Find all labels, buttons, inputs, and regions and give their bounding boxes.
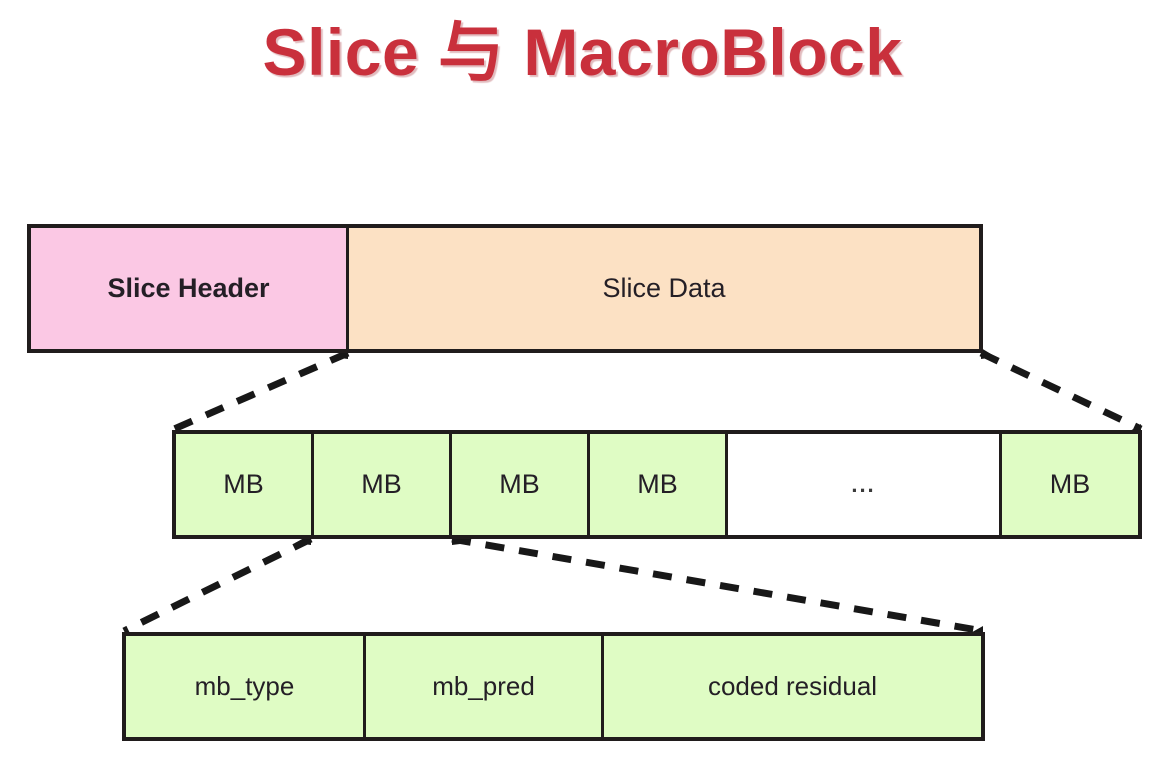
connector-slice-data-to-mb-row-right <box>979 349 1143 433</box>
connector-slice-data-to-mb-row-left <box>172 349 350 433</box>
field-coded-residual-box[interactable]: coded residual <box>604 636 981 737</box>
macroblock-ellipsis-box: ... <box>728 434 1002 535</box>
slice-header-box[interactable]: Slice Header <box>31 228 349 349</box>
connector-mb-to-fields-left <box>122 535 313 635</box>
slice-structure-row: Slice Header Slice Data <box>27 224 983 353</box>
macroblock-box-last[interactable]: MB <box>1002 434 1138 535</box>
macroblock-box-2[interactable]: MB <box>314 434 452 535</box>
endpoint-nub-2 <box>981 348 996 359</box>
macroblock-box-3[interactable]: MB <box>452 434 590 535</box>
diagram-canvas: Slice 与 MacroBlock Slice Header Slice Da… <box>0 0 1165 769</box>
macroblock-row: MB MB MB MB ... MB <box>172 430 1142 539</box>
macroblock-box-1[interactable]: MB <box>176 434 314 535</box>
field-mb-pred-box[interactable]: mb_pred <box>366 636 604 737</box>
connector-mb-to-fields-right <box>451 535 984 635</box>
macroblock-box-4[interactable]: MB <box>590 434 728 535</box>
page-title: Slice 与 MacroBlock <box>262 15 903 89</box>
slice-data-box[interactable]: Slice Data <box>349 228 979 349</box>
macroblock-fields-row: mb_type mb_pred coded residual <box>122 632 985 741</box>
field-mb-type-box[interactable]: mb_type <box>126 636 366 737</box>
